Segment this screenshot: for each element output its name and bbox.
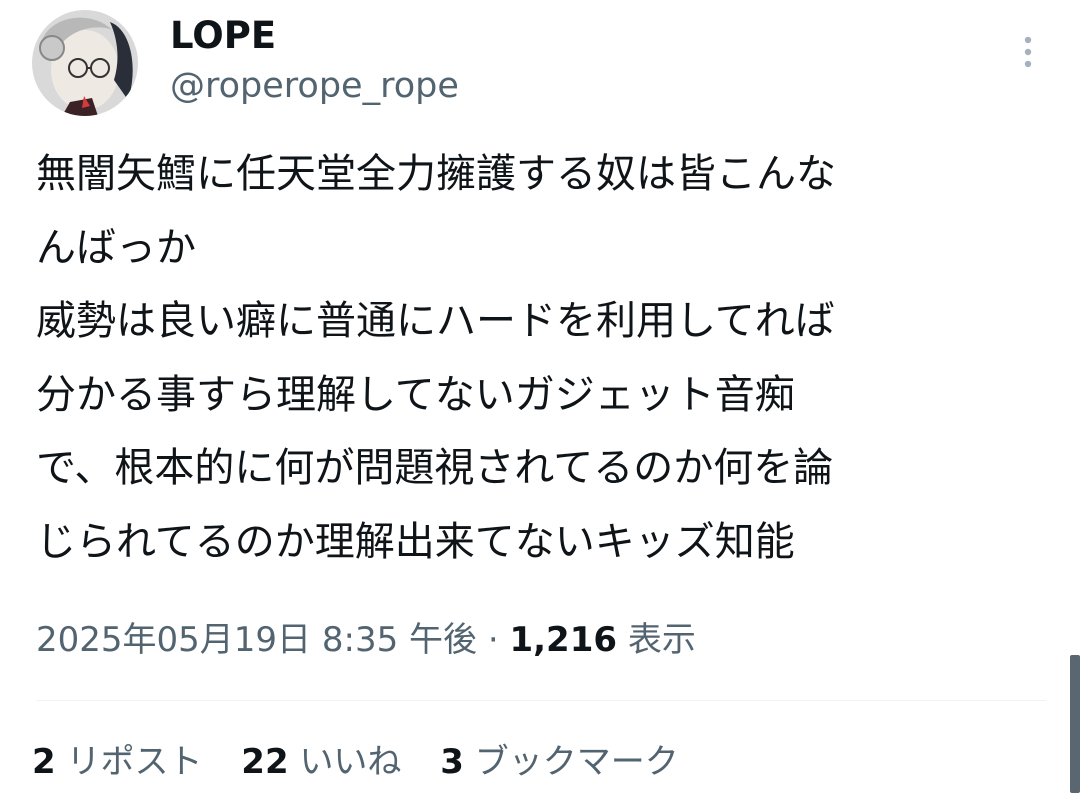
likes-count: 22: [241, 742, 289, 782]
tweet-text-line: んばっか: [36, 224, 196, 271]
user-handle[interactable]: @roperope_rope: [170, 64, 459, 108]
bookmarks-label: ブックマーク: [474, 742, 679, 782]
bookmarks-stat[interactable]: 3 ブックマーク: [440, 738, 678, 786]
avatar[interactable]: [32, 10, 138, 116]
divider: [36, 700, 1046, 701]
display-name[interactable]: LOPE: [170, 14, 276, 58]
tweet-text-line: 分かる事すら理解してないガジェット音痴: [36, 371, 795, 418]
tweet-text: 無闇矢鱈に任天堂全力擁護する奴は皆こんな んばっか 威勢は良い癖に普通にハードを…: [36, 138, 1046, 579]
likes-stat[interactable]: 22 いいね: [241, 738, 401, 786]
reposts-stat[interactable]: 2 リポスト: [32, 738, 202, 786]
reposts-label: リポスト: [66, 742, 203, 782]
likes-label: いいね: [299, 742, 402, 782]
scrollbar[interactable]: [1070, 655, 1080, 793]
engagement-stats: 2 リポスト 22 いいね 3 ブックマーク: [32, 738, 707, 786]
bookmarks-count: 3: [440, 742, 464, 782]
meta-separator: ·: [487, 620, 499, 660]
tweet-text-line: 無闇矢鱈に任天堂全力擁護する奴は皆こんな: [36, 151, 836, 197]
tweet-meta: 2025年05月19日 8:35 午後 · 1,216 表示: [36, 616, 696, 664]
timestamp[interactable]: 2025年05月19日 8:35 午後: [36, 620, 477, 660]
views-label: 表示: [627, 620, 696, 660]
tweet-text-line: で、根本的に何が問題視されてるのか何を論: [36, 445, 834, 491]
tweet-text-line: じられてるのか理解出来てないキッズ知能: [36, 518, 795, 565]
tweet-text-line: 威勢は良い癖に普通にハードを利用してれば: [36, 298, 835, 344]
reposts-count: 2: [32, 742, 56, 782]
avatar-image: [32, 10, 138, 116]
views-count: 1,216: [509, 620, 618, 660]
more-vertical-icon: [1024, 36, 1032, 68]
more-options-button[interactable]: [1006, 30, 1050, 74]
